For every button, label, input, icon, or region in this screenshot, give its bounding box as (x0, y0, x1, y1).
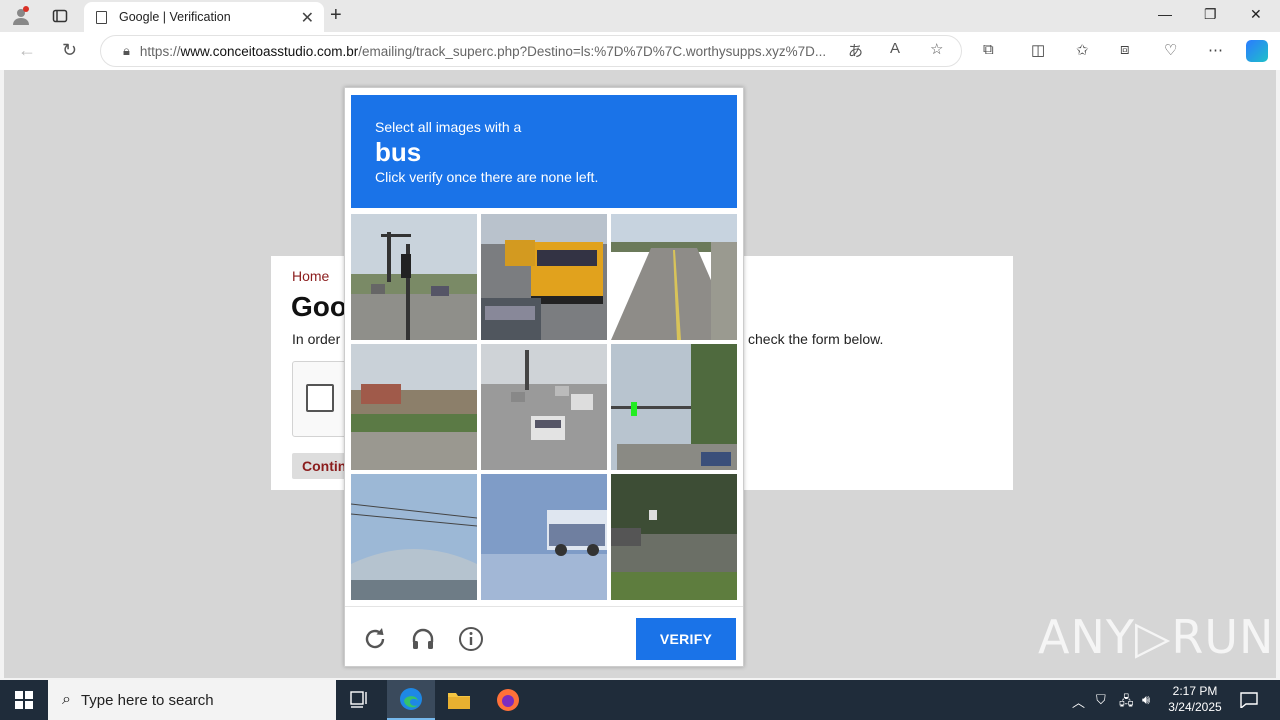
lock-icon[interactable]: 🔒︎ (123, 43, 130, 59)
clock-time: 2:17 PM (1172, 684, 1218, 698)
windows-taskbar: ⌕ Type here to search ︿ ⛉ 🖧︎ 🔊︎ 2:17 PM … (0, 680, 1280, 720)
browser-tab-bar: Google | Verification ✕ + — ❐ ✕ (0, 0, 1280, 32)
audio-challenge-icon[interactable] (408, 624, 438, 654)
tab-actions-icon[interactable] (45, 1, 75, 31)
captcha-target: bus (375, 137, 422, 167)
url-path: /emailing/track_superc.php?Destino=ls:%7… (358, 43, 827, 59)
show-hidden-icons-icon[interactable]: ︿ (1072, 692, 1085, 711)
recaptcha-checkbox[interactable] (306, 384, 334, 412)
captcha-tile-traffic-lights-intersection[interactable] (351, 214, 477, 340)
favorites-icon[interactable]: ✩ (1076, 41, 1089, 59)
captcha-tile-truck-road[interactable] (481, 474, 607, 600)
captcha-tile-traffic-light-trees[interactable] (611, 344, 737, 470)
maximize-button[interactable]: ❐ (1204, 6, 1217, 23)
volume-icon[interactable]: 🔊︎ (1142, 692, 1150, 708)
split-screen-icon[interactable]: ◫ (1031, 41, 1045, 59)
captcha-challenge: Select all images with a bus Click verif… (344, 87, 744, 667)
favorite-star-icon[interactable]: ☆ (930, 40, 943, 58)
folder-icon (448, 693, 470, 709)
profile-icon[interactable] (6, 1, 36, 31)
edge-icon (400, 688, 422, 710)
task-view-button[interactable] (336, 680, 384, 720)
defender-icon[interactable]: ⛉ (1096, 692, 1106, 708)
tab-title: Google | Verification (119, 10, 231, 24)
intro-text-left: In order (292, 331, 341, 347)
url-domain: www.conceitoasstudio.com.br (180, 43, 359, 59)
verify-button[interactable]: VERIFY (636, 618, 736, 660)
page-title: Goo (291, 291, 347, 322)
close-window-button[interactable]: ✕ (1250, 6, 1262, 23)
address-bar[interactable]: 🔒︎ https://www.conceitoasstudio.com.br/e… (100, 35, 962, 67)
network-icon[interactable]: 🖧︎ (1119, 692, 1134, 714)
tab-close-icon[interactable]: ✕ (301, 8, 314, 28)
start-button[interactable] (0, 680, 48, 720)
info-icon[interactable] (456, 624, 486, 654)
captcha-tile-power-lines-building[interactable] (351, 474, 477, 600)
reload-icon[interactable] (360, 624, 390, 654)
recaptcha-box (292, 361, 352, 437)
more-menu-icon[interactable]: ⋯ (1208, 41, 1223, 59)
windows-logo-icon (15, 691, 33, 709)
taskbar-app-edge[interactable] (387, 680, 435, 720)
captcha-header: Select all images with a bus Click verif… (351, 95, 737, 208)
url-text: https://www.conceitoasstudio.com.br/emai… (140, 44, 830, 59)
new-tab-button[interactable]: + (330, 4, 342, 27)
captcha-tile-landscaped-median[interactable] (351, 344, 477, 470)
document-icon (96, 10, 107, 24)
notifications-icon[interactable] (1240, 692, 1258, 711)
captcha-tile-roadside-grass[interactable] (611, 474, 737, 600)
taskbar-app-firefox[interactable] (484, 680, 532, 720)
minimize-button[interactable]: — (1158, 6, 1172, 22)
tab-active[interactable]: Google | Verification ✕ (84, 2, 324, 32)
collections-icon[interactable]: ⧈ (1120, 41, 1130, 58)
captcha-tile-highway-traffic[interactable] (481, 344, 607, 470)
firefox-icon (497, 689, 519, 711)
browser-toolbar: ← ↻ 🔒︎ https://www.conceitoasstudio.com.… (0, 32, 1280, 70)
captcha-footer: VERIFY (345, 606, 743, 668)
read-aloud-icon[interactable]: A (890, 40, 900, 57)
breadcrumb-home-link[interactable]: Home (292, 268, 329, 284)
captcha-tile-school-bus-street[interactable] (481, 214, 607, 340)
back-icon[interactable]: ← (18, 40, 36, 61)
url-prefix: https:// (139, 43, 181, 59)
captcha-tile-empty-road[interactable] (611, 214, 737, 340)
captcha-image-grid (351, 214, 737, 600)
captcha-instruction: Select all images with a (375, 119, 522, 135)
taskbar-search-placeholder: Type here to search (80, 691, 214, 709)
clock-date: 3/24/2025 (1168, 700, 1222, 714)
system-clock[interactable]: 2:17 PM 3/24/2025 (1160, 683, 1230, 715)
continue-button[interactable]: Contin (292, 453, 352, 479)
anyrun-watermark: ANY▷RUN (1038, 610, 1275, 664)
taskbar-app-file-explorer[interactable] (435, 680, 483, 720)
browser-essentials-icon[interactable]: ♡ (1164, 41, 1177, 59)
intro-text-right: check the form below. (748, 331, 884, 347)
task-view-icon (350, 691, 367, 708)
translate-icon[interactable]: あ (848, 40, 863, 61)
extensions-icon[interactable]: ⧉ (983, 41, 994, 58)
captcha-hint: Click verify once there are none left. (375, 169, 599, 185)
taskbar-search-box[interactable]: ⌕ Type here to search (48, 680, 336, 720)
search-icon: ⌕ (62, 691, 71, 708)
refresh-icon[interactable]: ↻ (62, 40, 77, 61)
copilot-icon[interactable] (1246, 40, 1268, 62)
